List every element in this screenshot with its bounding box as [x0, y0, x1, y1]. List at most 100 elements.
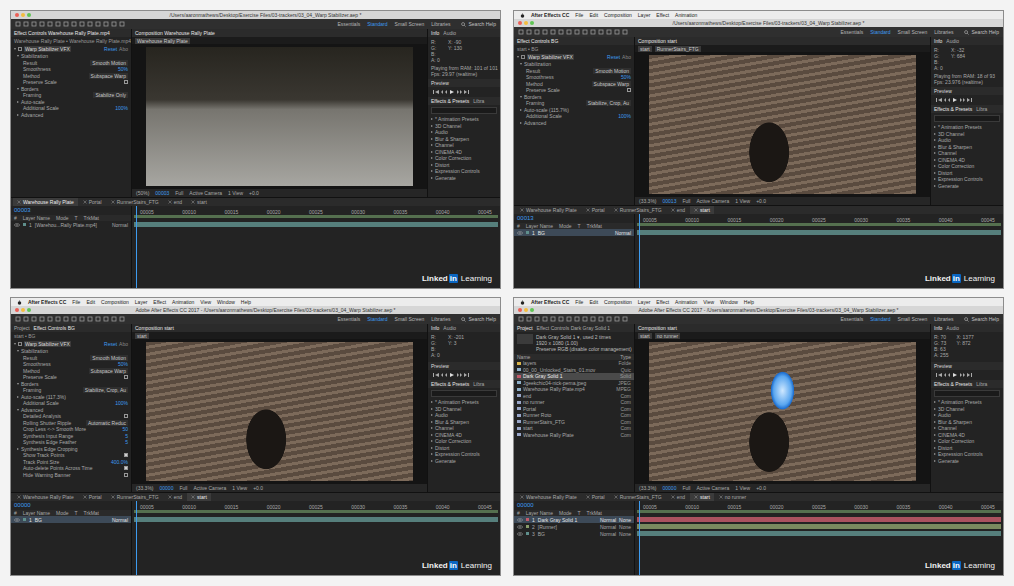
panel-tab[interactable]: Effects & Presets — [431, 98, 469, 104]
fx-toggle-icon[interactable] — [18, 47, 22, 51]
menu-item[interactable]: Help — [744, 299, 754, 305]
tool-icon[interactable] — [614, 316, 620, 322]
panel-tab[interactable]: Libra — [473, 98, 484, 104]
workspace-tab[interactable]: Libraries — [934, 29, 953, 35]
eye-icon[interactable] — [14, 518, 20, 522]
workspace-tab[interactable]: Libraries — [934, 316, 953, 322]
close-tab-icon[interactable] — [694, 208, 698, 212]
close-tab-icon[interactable] — [586, 495, 590, 499]
tool-icon[interactable] — [39, 21, 45, 27]
tool-icon[interactable] — [63, 316, 69, 322]
property-checkbox[interactable] — [124, 414, 128, 418]
viewer-control[interactable]: Full — [179, 485, 187, 491]
timeline-tab[interactable]: Portal — [582, 493, 609, 501]
tool-icon[interactable] — [582, 316, 588, 322]
workspace-tab[interactable]: Essentials — [840, 29, 863, 35]
close-tab-icon[interactable] — [168, 200, 172, 204]
close-tab-icon[interactable] — [111, 495, 115, 499]
effect-category[interactable]: Distort — [931, 170, 1003, 177]
workspace-tab[interactable]: Small Screen — [395, 316, 425, 322]
panel-tab[interactable]: Project — [517, 325, 533, 331]
expand-icon[interactable] — [431, 434, 433, 436]
comp-breadcrumb[interactable]: start — [638, 333, 652, 339]
menu-item[interactable]: Help — [241, 299, 251, 305]
comp-breadcrumb[interactable]: start — [135, 333, 149, 339]
timeline-tab[interactable]: no runner — [715, 493, 750, 501]
viewer-control[interactable]: (50%) — [136, 190, 149, 196]
viewer-control[interactable]: 1 View — [228, 190, 243, 196]
expand-icon[interactable] — [934, 139, 936, 141]
expand-icon[interactable] — [934, 146, 936, 148]
tool-icon[interactable] — [87, 21, 93, 27]
menu-item[interactable]: File — [575, 12, 583, 18]
tool-icon[interactable] — [598, 29, 604, 35]
panel-tab[interactable]: Effect Controls Warehouse Rally Plate.mp… — [14, 30, 110, 36]
about-button[interactable]: Abo — [622, 54, 631, 60]
expand-icon[interactable] — [431, 138, 433, 140]
playback-icon[interactable] — [431, 89, 471, 95]
zoom-button[interactable] — [530, 308, 534, 312]
project-item[interactable]: RunnerStairs_FTG Com — [514, 419, 634, 426]
expand-icon[interactable] — [14, 48, 16, 50]
viewer-control[interactable]: 1 View — [735, 198, 750, 204]
layer-row[interactable]: 1 Dark Gray Solid 1 Normal None — [514, 516, 634, 523]
property-dropdown[interactable]: Smooth Motion — [90, 60, 128, 66]
comp-breadcrumb[interactable]: Warehouse Rally Plate — [135, 38, 190, 44]
effect-category[interactable]: 3D Channel — [931, 131, 1003, 138]
menu-item[interactable]: Window — [720, 299, 738, 305]
expand-icon[interactable] — [934, 434, 936, 436]
effect-category[interactable]: Audio — [931, 137, 1003, 144]
expand-icon[interactable] — [431, 131, 433, 133]
panel-tab[interactable]: Audio — [443, 30, 456, 36]
viewer-control[interactable]: (33.3%) — [639, 485, 657, 491]
tool-icon[interactable] — [526, 29, 532, 35]
expand-icon[interactable] — [431, 157, 433, 159]
current-time[interactable]: 00013 — [514, 214, 634, 223]
tool-icon[interactable] — [47, 316, 53, 322]
expand-icon[interactable] — [431, 170, 433, 172]
label-color[interactable] — [526, 231, 529, 234]
panel-tab[interactable]: Info — [934, 325, 942, 331]
expand-icon[interactable] — [431, 118, 433, 120]
label-color[interactable] — [526, 525, 529, 528]
panel-tab[interactable]: Libra — [976, 381, 987, 387]
expand-icon[interactable] — [431, 414, 433, 416]
project-item[interactable]: Warehouse Rally Plate Com — [514, 432, 634, 439]
panel-tab[interactable]: Libra — [976, 106, 987, 112]
track-matte[interactable]: None — [619, 517, 631, 523]
playback-icon[interactable] — [934, 97, 974, 103]
tool-icon[interactable] — [566, 316, 572, 322]
expand-icon[interactable] — [431, 447, 433, 449]
layer-mode[interactable]: Normal — [600, 531, 616, 537]
viewer-control[interactable]: 00003 — [155, 190, 169, 196]
effect-category[interactable]: Audio — [428, 129, 500, 136]
expand-icon[interactable] — [17, 409, 19, 411]
effect-category[interactable]: Expression Controls — [931, 176, 1003, 183]
expand-icon[interactable] — [17, 396, 19, 398]
tool-icon[interactable] — [95, 21, 101, 27]
expand-icon[interactable] — [934, 427, 936, 429]
minimize-button[interactable] — [524, 308, 528, 312]
viewer-control[interactable]: Full — [682, 485, 690, 491]
eye-icon[interactable] — [14, 223, 20, 227]
tool-icon[interactable] — [95, 316, 101, 322]
fx-toggle-icon[interactable] — [18, 342, 22, 346]
tool-icon[interactable] — [119, 316, 125, 322]
app-menu[interactable]: After Effects CC — [531, 299, 569, 305]
menu-item[interactable]: Effect — [656, 299, 669, 305]
expand-icon[interactable] — [520, 122, 522, 124]
viewer-control[interactable]: Active Camera — [696, 198, 729, 204]
panel-tab[interactable]: Audio — [946, 325, 959, 331]
viewer-tab[interactable]: Composition start — [638, 38, 677, 44]
timeline-tab[interactable]: RunnerStairs_FTG — [610, 493, 666, 501]
expand-icon[interactable] — [934, 460, 936, 462]
close-tab-icon[interactable] — [83, 200, 87, 204]
effect-category[interactable]: Color Correction — [931, 438, 1003, 445]
effect-category[interactable]: Blur & Sharpen — [931, 144, 1003, 151]
menu-item[interactable]: View — [200, 299, 211, 305]
expand-icon[interactable] — [431, 427, 433, 429]
effects-search-field[interactable] — [934, 115, 1000, 122]
close-tab-icon[interactable] — [671, 208, 675, 212]
project-item[interactable]: no runner Com — [514, 399, 634, 406]
layer-row[interactable]: 1 BG Normal — [514, 229, 634, 236]
